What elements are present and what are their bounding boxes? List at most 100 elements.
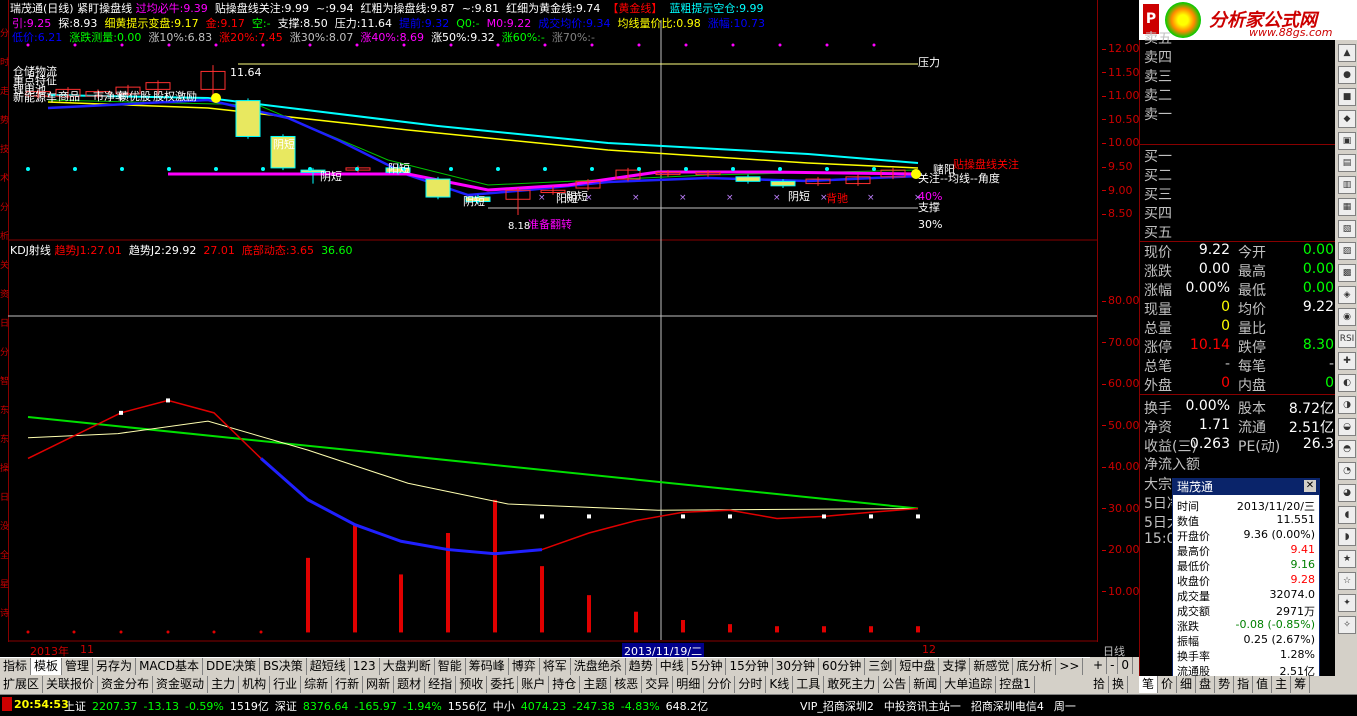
chart-canvas[interactable]: × × × × × × × × ×仓储物流重点特征锂电池新能源车 商品 市净率绩优股 股权激励阳短阴短… [8,0,1097,642]
toolbar-icon[interactable]: ◓ [1338,440,1356,458]
leftbar-label[interactable]: 资 [0,291,9,300]
indicator-tab[interactable]: >> [1056,658,1084,675]
leftbar-label[interactable]: 东 [0,407,9,416]
ask-row[interactable]: 卖四 [1140,47,1336,66]
toolbar-icon[interactable]: ◒ [1338,418,1356,436]
quote-tab[interactable]: 细 [1177,676,1197,693]
toolbar-icon[interactable]: ▨ [1338,242,1356,260]
ask-row[interactable]: 卖五 [1140,28,1336,47]
quote-tab[interactable]: 筹 [1291,676,1311,693]
quote-tab[interactable]: 盘 [1196,676,1216,693]
function-tab[interactable]: K线 [766,676,794,693]
indicator-tab[interactable]: 大盘判断 [380,658,435,675]
indicator-tab[interactable]: 另存为 [93,658,137,675]
function-tab[interactable]: 工具 [793,676,825,693]
function-tab[interactable]: 敢死主力 [824,676,880,693]
function-tab[interactable]: 交异 [642,676,674,693]
leftbar-label[interactable]: 关 [0,262,9,271]
function-tab[interactable]: 账户 [518,676,550,693]
function-tab[interactable]: 明细 [673,676,705,693]
leftbar-label[interactable]: 势 [0,117,9,126]
leftbar-label[interactable]: 技 [0,146,9,155]
toolbar-icon[interactable]: ◕ [1338,484,1356,502]
function-tab[interactable]: 综新 [301,676,333,693]
toolbar-icon[interactable]: ◐ [1338,374,1356,392]
function-tab[interactable]: 资金驱动 [153,676,209,693]
toolbar-icon[interactable]: ▥ [1338,176,1356,194]
toolbar-icon[interactable]: ◈ [1338,286,1356,304]
leftbar-label[interactable]: 分 [0,204,9,213]
leftbar-label[interactable]: 全 [0,552,9,561]
indicator-tab[interactable]: 三剑 [865,658,897,675]
ask-row[interactable]: 卖一 [1140,104,1336,123]
indicator-tab[interactable]: 筹码峰 [466,658,509,675]
function-tab[interactable]: 大单追踪 [941,676,997,693]
toolbar-icon[interactable]: RSI [1338,330,1356,348]
indicator-tab[interactable]: DDE决策 [203,658,261,675]
function-tab[interactable]: 主力 [208,676,240,693]
quote-tab[interactable]: 势 [1215,676,1235,693]
indicator-tab[interactable]: 博弈 [509,658,540,675]
function-tab[interactable]: 行新 [332,676,364,693]
indicator-tab[interactable]: 60分钟 [819,658,866,675]
indicator-tab[interactable]: 5分钟 [688,658,727,675]
function-tab[interactable]: 扩展区 [0,676,44,693]
extra-tab[interactable]: 拾 [1090,676,1110,693]
toolbar-icon[interactable]: ◆ [1338,110,1356,128]
indicator-tab[interactable]: 30分钟 [773,658,820,675]
indicator-tab[interactable]: 管理 [62,658,94,675]
leftbar-label[interactable]: 走 [0,88,9,97]
indicator-tab[interactable]: 新感觉 [970,658,1014,675]
indicator-tab[interactable]: 123 [350,658,380,675]
toolbar-icon[interactable]: ▦ [1338,198,1356,216]
indicator-tab[interactable]: 超短线 [307,658,350,675]
toolbar-icon[interactable]: ▲ [1338,44,1356,62]
bid-row[interactable]: 买三 [1140,184,1336,203]
tooltip-titlebar[interactable]: 瑞茂通 ✕ [1173,479,1319,495]
toolbar-icon[interactable]: ★ [1338,550,1356,568]
function-tab[interactable]: 行业 [270,676,302,693]
function-tab[interactable]: 核恶 [611,676,643,693]
leftbar-label[interactable]: 日 [0,320,9,329]
function-tab[interactable]: 新闻 [910,676,942,693]
quote-tab[interactable]: 值 [1253,676,1273,693]
function-tab[interactable]: 分价 [704,676,736,693]
leftbar-label[interactable]: 操 [0,465,9,474]
leftbar-label[interactable]: 分 [0,30,9,39]
function-tab[interactable]: 持仓 [549,676,581,693]
alarm-icon[interactable] [2,697,12,711]
function-tab[interactable]: 分时 [735,676,767,693]
toolbar-icon[interactable]: ▤ [1338,154,1356,172]
indicator-tab[interactable]: 短中盘 [896,658,940,675]
bid-row[interactable]: 买二 [1140,165,1336,184]
toolbar-icon[interactable]: ● [1338,66,1356,84]
indicator-tab[interactable]: 洗盘绝杀 [571,658,626,675]
function-tab[interactable]: 主题 [580,676,612,693]
toolbar-icon[interactable]: ◖ [1338,506,1356,524]
function-tab[interactable]: 控盘1 [996,676,1035,693]
toolbar-icon[interactable]: ◑ [1338,396,1356,414]
quote-tab[interactable]: 主 [1272,676,1292,693]
quote-tab[interactable]: 笔 [1139,676,1159,693]
zoom-button[interactable]: 0 [1118,657,1134,674]
indicator-tab[interactable]: 指标 [0,658,32,675]
function-tab[interactable]: 公告 [879,676,911,693]
indicator-tab[interactable]: MACD基本 [136,658,204,675]
bid-row[interactable]: 买四 [1140,203,1336,222]
function-tab[interactable]: 网新 [363,676,395,693]
toolbar-icon[interactable]: ▣ [1338,132,1356,150]
indicator-tab[interactable]: 中线 [657,658,688,675]
toolbar-icon[interactable]: ◗ [1338,528,1356,546]
function-tab[interactable]: 题材 [394,676,426,693]
function-tab[interactable]: 关联报价 [43,676,99,693]
toolbar-icon[interactable]: ☆ [1338,572,1356,590]
leftbar-label[interactable]: 分 [0,349,9,358]
ask-row[interactable]: 卖三 [1140,66,1336,85]
toolbar-icon[interactable]: ◔ [1338,462,1356,480]
data-tooltip-window[interactable]: 瑞茂通 ✕ 时间 2013/11/20/三 数值 11.551 开盘价 9.36 (0.0… [1172,478,1320,684]
leftbar-label[interactable]: 术 [0,175,9,184]
quote-tab[interactable]: 价 [1158,676,1178,693]
leftbar-label[interactable]: 析 [0,233,9,242]
leftbar-label[interactable]: 东 [0,436,9,445]
indicator-tab[interactable]: BS决策 [260,658,307,675]
